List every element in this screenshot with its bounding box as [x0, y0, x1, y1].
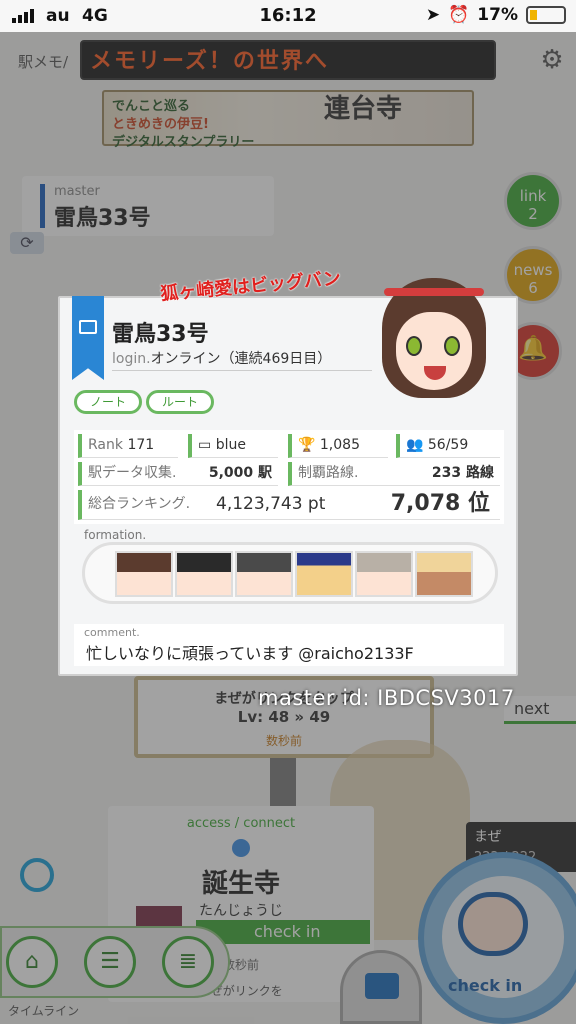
master-id: master id: IBDCSV3017: [258, 686, 515, 710]
character-portrait: [350, 278, 520, 418]
ranking-position: 7,078 位: [390, 491, 490, 516]
lines-label: 制覇路線.: [298, 465, 359, 481]
formation-label: formation.: [84, 528, 147, 542]
friends-stat: 👥 56/59: [396, 434, 500, 458]
formation-denco-6[interactable]: [415, 551, 473, 597]
comment-label: comment.: [84, 626, 140, 639]
status-right: ➤ ⏰ 17%: [426, 5, 566, 25]
formation-denco-3[interactable]: [235, 551, 293, 597]
login-text: オンライン（連続469日目）: [150, 351, 332, 367]
login-status: login.オンライン（連続469日目）: [112, 348, 331, 368]
trophy-icon: 🏆: [298, 437, 316, 453]
location-icon: ➤: [425, 5, 441, 25]
formation-denco-2[interactable]: [175, 551, 233, 597]
card-stat: ▭ blue: [188, 434, 278, 458]
card-icon: ▭: [198, 437, 212, 453]
formation-denco-5[interactable]: [355, 551, 413, 597]
rank-label: Rank: [88, 437, 123, 453]
rank-value: 171: [127, 437, 155, 453]
rank-stat: Rank 171: [78, 434, 178, 458]
comment-box: comment. 忙しいなりに頑張っています @raicho2133F: [74, 624, 504, 666]
note-button[interactable]: ノート: [74, 390, 142, 414]
stations-stat: 駅データ収集. 5,000 駅: [78, 462, 278, 486]
stations-label: 駅データ収集.: [88, 465, 177, 481]
status-bar: au 4G 16:12 ➤ ⏰ 17%: [0, 0, 576, 32]
lines-value: 233 路線: [431, 465, 494, 481]
ranking-stat: 総合ランキング. 4,123,743 pt 7,078 位: [78, 490, 500, 520]
profile-name: 雷鳥33号: [112, 322, 209, 347]
route-button[interactable]: ルート: [146, 390, 214, 414]
login-prefix: login.: [112, 351, 151, 367]
card-value: blue: [215, 437, 246, 453]
lines-stat: 制覇路線. 233 路線: [288, 462, 500, 486]
alarm-icon: ⏰: [448, 5, 470, 25]
trophy-value: 1,085: [319, 437, 360, 453]
card-ribbon-icon: [72, 296, 104, 380]
ranking-label: 総合ランキング.: [88, 496, 191, 512]
formation-denco-1[interactable]: [115, 551, 173, 597]
battery-percent: 17%: [477, 5, 518, 25]
ranking-points: 4,123,743 pt: [216, 494, 326, 514]
trophy-stat: 🏆 1,085: [288, 434, 388, 458]
formation-train[interactable]: [82, 542, 498, 604]
divider: [112, 370, 372, 371]
stats-panel: Rank 171 ▭ blue 🏆 1,085 👥 56/59 駅データ収集. …: [74, 430, 504, 524]
friends-icon: 👥: [406, 437, 424, 453]
profile-modal: 雷鳥33号 login.オンライン（連続469日目） ノート ルート Rank …: [58, 278, 518, 676]
formation-denco-4[interactable]: [295, 551, 353, 597]
battery-icon: [526, 6, 566, 24]
stations-value: 5,000 駅: [208, 465, 272, 481]
friends-value: 56/59: [427, 437, 469, 453]
comment-text: 忙しいなりに頑張っています @raicho2133F: [86, 644, 414, 663]
